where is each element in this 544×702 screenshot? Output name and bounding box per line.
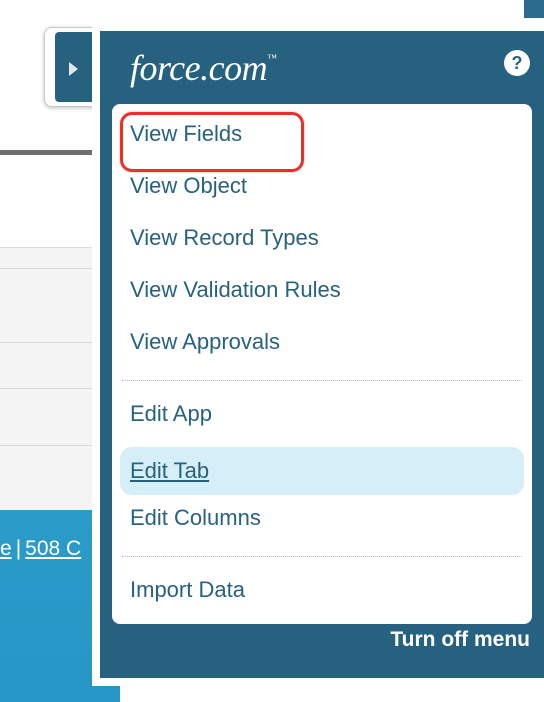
menu-item-view-record-types[interactable]: View Record Types	[130, 223, 319, 253]
turn-off-menu-link[interactable]: Turn off menu	[390, 628, 530, 652]
menu-item-view-validation-rules[interactable]: View Validation Rules	[130, 275, 341, 305]
menu-divider	[122, 380, 522, 381]
footer-link[interactable]: e	[0, 537, 12, 560]
force-menu-body: force.com™ ? View Fields View Object Vie…	[100, 31, 544, 678]
help-icon[interactable]: ?	[504, 50, 530, 76]
footer-link-508[interactable]: 508 C	[25, 537, 81, 560]
menu-item-view-approvals[interactable]: View Approvals	[130, 327, 280, 357]
menu-item-edit-tab[interactable]: Edit Tab	[120, 447, 524, 495]
callout-highlight-box	[120, 112, 304, 172]
force-menu-panel: force.com™ ? View Fields View Object Vie…	[92, 18, 544, 686]
menu-item-edit-columns[interactable]: Edit Columns	[130, 503, 261, 533]
menu-item-import-data[interactable]: Import Data	[130, 575, 245, 605]
menu-divider	[122, 556, 522, 557]
menu-list: View Fields View Object View Record Type…	[112, 104, 532, 624]
menu-item-view-object[interactable]: View Object	[130, 171, 247, 201]
footer-separator: |	[15, 537, 22, 560]
expand-arrow-icon	[69, 62, 78, 76]
force-logo: force.com™	[130, 48, 277, 88]
menu-item-edit-app[interactable]: Edit App	[130, 399, 212, 429]
